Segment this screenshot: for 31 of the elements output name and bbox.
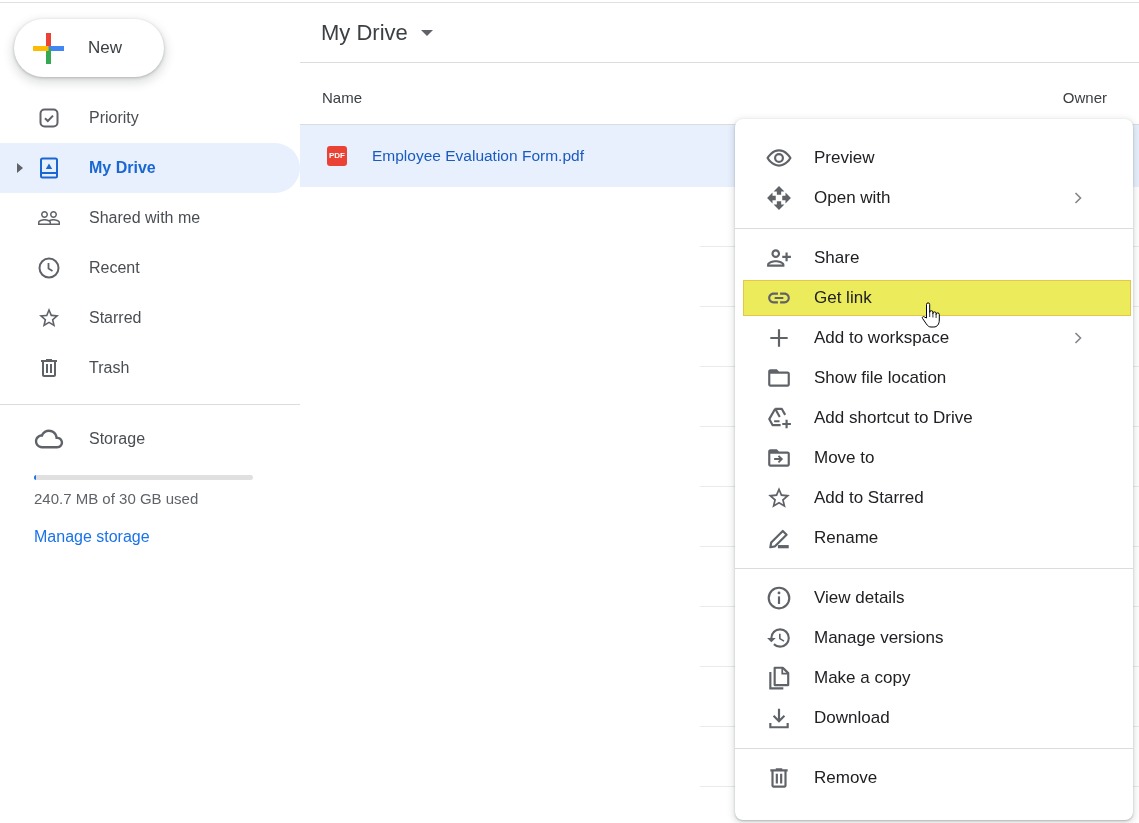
star-icon — [766, 485, 792, 511]
plus-icon — [33, 32, 64, 64]
triangle-plus-icon — [766, 405, 792, 431]
sidebar-item[interactable]: Priority — [0, 93, 300, 143]
sidebar-item[interactable]: Starred — [0, 293, 300, 343]
sidebar-item[interactable]: My Drive — [0, 143, 300, 193]
clock-icon — [37, 256, 61, 280]
copy-icon — [766, 665, 792, 691]
four-arrows-icon — [766, 185, 792, 211]
checkbox-icon — [37, 106, 61, 130]
caret-down-icon — [420, 29, 433, 36]
info-icon — [766, 585, 792, 611]
file-type-tag: PDF — [327, 146, 347, 166]
column-header: Name — [322, 87, 362, 108]
sidebar-item[interactable]: Trash — [0, 343, 300, 393]
column-header: Owner — [1062, 87, 1107, 108]
caret-right-icon[interactable] — [17, 163, 23, 173]
star-icon — [37, 306, 61, 330]
manage-storage-link[interactable]: Manage storage — [34, 527, 150, 547]
file-name: Employee Evaluation Form.pdf — [372, 146, 584, 167]
folder-title-dropdown[interactable]: My Drive — [321, 16, 433, 49]
storage-usage-text: 240.7 MB of 30 GB used — [34, 489, 199, 509]
storage-item[interactable]: Storage — [0, 414, 156, 464]
new-button[interactable]: New — [14, 19, 164, 77]
menu-item[interactable]: Get link — [743, 280, 1131, 316]
drive-icon — [37, 156, 61, 180]
hand-cursor-icon — [921, 301, 940, 329]
sidebar-item[interactable]: Recent — [0, 243, 300, 293]
history-icon — [766, 625, 792, 651]
sidebar-item[interactable]: Shared with me — [0, 193, 300, 243]
cloud-icon — [34, 429, 64, 449]
